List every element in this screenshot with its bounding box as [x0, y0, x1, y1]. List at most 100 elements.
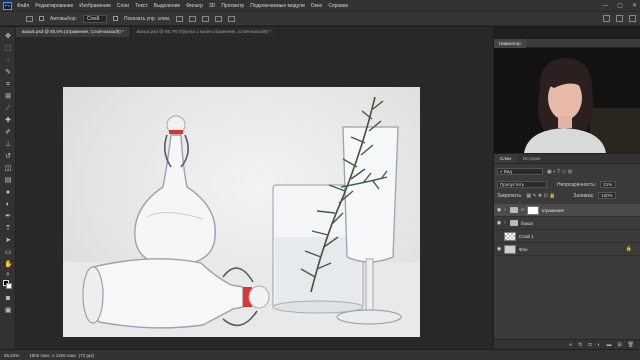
zoom-tool-icon[interactable]: ⌕ [4, 271, 12, 279]
align-left-icon[interactable] [176, 15, 184, 22]
share-icon[interactable] [629, 15, 636, 22]
clone-stamp-tool-icon[interactable]: ⊥ [4, 141, 12, 149]
eyedropper-tool-icon[interactable]: ⟋ [4, 105, 12, 113]
layer-name: бокал [521, 220, 534, 226]
autoselect-checkbox[interactable] [39, 16, 44, 21]
document-canvas-photo[interactable] [63, 87, 420, 337]
show-controls-label: Показать упр. элем. [123, 15, 171, 22]
brush-tool-icon[interactable]: ✐ [4, 129, 12, 137]
filter-icons[interactable]: ▣ ◐ T ▭ ⊞ [547, 169, 572, 175]
add-mask-icon[interactable]: ◘ [588, 342, 591, 348]
path-select-tool-icon[interactable]: ➤ [4, 237, 12, 245]
presenter-video-illustration [494, 48, 640, 153]
autoselect-label: Автовыбор: [50, 15, 77, 22]
new-layer-icon[interactable]: ⊞ [617, 342, 621, 348]
webcam-overlay [494, 48, 640, 153]
chain-icon[interactable]: ∞ [521, 207, 525, 213]
distribute-icon[interactable] [215, 15, 223, 22]
screen-mode-icon[interactable]: ▣ [4, 307, 12, 315]
layer-row-fon[interactable]: ◉ Фон 🔒 [494, 243, 640, 256]
layer-thumbnail[interactable] [504, 244, 516, 254]
tab-document-vazy4[interactable]: вазы4.psd @ 66,7% (Группа 1 копия отраже… [130, 27, 278, 37]
search-icon[interactable] [603, 15, 610, 22]
lasso-tool-icon[interactable]: ◌ [4, 57, 12, 65]
document-info[interactable]: 1802 пикс. x 1256 пикс. (72 ppi) [29, 353, 94, 358]
menu-image[interactable]: Изображение [79, 3, 111, 9]
healing-brush-tool-icon[interactable]: ✚ [4, 117, 12, 125]
quick-mask-icon[interactable]: ◙ [4, 295, 12, 303]
align-center-icon[interactable] [189, 15, 197, 22]
eraser-tool-icon[interactable]: ◫ [4, 165, 12, 173]
document-tabs: вазы5.psd @ 55,6% (отражение, Слой-маска… [16, 27, 493, 37]
tab-history[interactable]: История [517, 154, 546, 163]
history-brush-tool-icon[interactable]: ↺ [4, 153, 12, 161]
menu-type[interactable]: Текст [135, 3, 148, 9]
menu-help[interactable]: Справка [328, 3, 348, 9]
status-bar: 55,62% 1802 пикс. x 1256 пикс. (72 ppi) [0, 349, 640, 360]
shape-tool-icon[interactable]: ▭ [4, 249, 12, 257]
visibility-eye-icon[interactable]: ◉ [494, 246, 504, 252]
visibility-eye-icon[interactable]: ◉ [494, 220, 504, 226]
opacity-label: Непрозрачность: [557, 181, 597, 188]
menu-select[interactable]: Выделение [154, 3, 181, 9]
layer-mask-thumbnail[interactable] [526, 205, 539, 215]
quick-select-tool-icon[interactable]: ✎ [4, 69, 12, 77]
lock-icon[interactable]: 🔒 [626, 246, 632, 252]
adjustment-layer-icon[interactable]: ◐ [597, 342, 600, 348]
opacity-field[interactable]: 21% [600, 181, 617, 188]
background-color-swatch[interactable] [6, 283, 12, 289]
layer-filter-row: ⌕ Вид ▣ ◐ T ▭ ⊞ [497, 168, 637, 175]
tab-layers[interactable]: Слои [494, 154, 517, 163]
maximize-button[interactable]: ▢ [617, 2, 623, 9]
layer-row-bokal[interactable]: ◉ › бокал [494, 217, 640, 230]
menu-edit[interactable]: Редактирование [35, 3, 73, 9]
align-right-icon[interactable] [202, 15, 210, 22]
gradient-tool-icon[interactable]: ▤ [4, 177, 12, 185]
menu-filter[interactable]: Фильтр [186, 3, 203, 9]
crop-tool-icon[interactable]: ⌗ [4, 81, 12, 89]
lock-icons[interactable]: ▦ ✎ ✥ ⊡ 🔒 [526, 193, 555, 199]
options-bar: Автовыбор: Слой Показать упр. элем. [0, 11, 640, 26]
move-tool-icon[interactable] [26, 15, 33, 22]
zoom-level[interactable]: 55,62% [4, 353, 19, 358]
layer-row-otrazhenie[interactable]: ◉ › ∞ отражение [494, 204, 640, 217]
lock-fill-row: Закрепить: ▦ ✎ ✥ ⊡ 🔒 Заливка: 100% [497, 192, 637, 199]
menu-file[interactable]: Файл [17, 3, 29, 9]
menu-window[interactable]: Окно [311, 3, 323, 9]
blur-tool-icon[interactable]: ● [4, 189, 12, 197]
fill-field[interactable]: 100% [598, 192, 617, 199]
trash-icon[interactable]: 🗑 [628, 342, 634, 348]
fx-icon[interactable]: fx [578, 342, 582, 348]
dodge-tool-icon[interactable]: ◐ [4, 201, 12, 209]
menu-plugins[interactable]: Подключаемые модули [250, 3, 304, 9]
artboard-tool-icon[interactable]: ⬚ [4, 45, 12, 53]
minimize-button[interactable]: — [602, 3, 608, 9]
menu-3d[interactable]: 3D [209, 3, 215, 9]
type-tool-icon[interactable]: T [4, 225, 12, 233]
hand-tool-icon[interactable]: ✋ [4, 261, 13, 269]
new-group-icon[interactable]: ▬ [606, 342, 611, 348]
pen-tool-icon[interactable]: ✒ [4, 213, 12, 221]
autoselect-dropdown[interactable]: Слой [82, 14, 107, 23]
blend-mode-dropdown[interactable]: Пропустить [497, 181, 547, 188]
visibility-eye-icon[interactable]: ◉ [494, 207, 504, 213]
show-controls-checkbox[interactable] [112, 16, 118, 21]
close-button[interactable]: ✕ [632, 2, 637, 9]
tab-document-vazy5[interactable]: вазы5.psd @ 55,6% (отражение, Слой-маска… [16, 27, 131, 37]
layer-name: Фон [519, 246, 528, 252]
workspace-icon[interactable] [616, 15, 623, 22]
menu-view[interactable]: Просмотр [221, 3, 244, 9]
options-right-group [603, 15, 636, 22]
link-layers-icon[interactable]: ∞ [569, 342, 573, 348]
menu-layers[interactable]: Слои [117, 3, 129, 9]
layer-thumbnail[interactable] [504, 231, 516, 241]
move-tool-icon[interactable]: ✥ [4, 33, 12, 41]
frame-tool-icon[interactable]: ⊠ [4, 93, 12, 101]
blend-opacity-row: Пропустить Непрозрачность: 21% [497, 181, 637, 188]
folder-icon [510, 220, 518, 226]
tab-navigator[interactable]: Навигатор [494, 39, 526, 48]
layer-row-sloi-1[interactable]: Слой 1 [494, 230, 640, 243]
glassware-photo-illustration [63, 96, 420, 337]
kind-filter-dropdown[interactable]: ⌕ Вид [497, 168, 543, 175]
more-options-icon[interactable] [228, 15, 236, 22]
